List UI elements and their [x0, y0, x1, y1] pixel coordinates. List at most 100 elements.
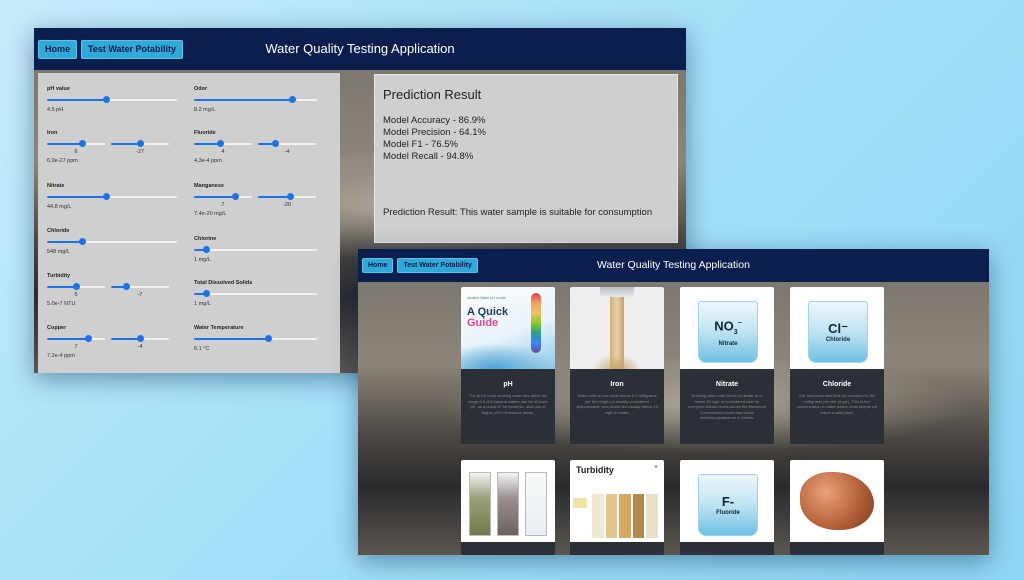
copper-exponent-slider[interactable]: [111, 335, 169, 343]
field-value: 6.0e-27 ppm: [47, 158, 78, 164]
iron-exponent-slider[interactable]: [111, 140, 169, 148]
chemical-formula: Cl⁻: [828, 320, 848, 336]
test-potability-button[interactable]: Test Water Potability: [81, 39, 184, 59]
card-text: The pH of most drinking water lies withi…: [468, 393, 548, 415]
chemical-formula: F-: [721, 493, 735, 509]
tds-field: Total Dissolved Solids 1 mg/L: [194, 280, 317, 307]
recall-text: Model Recall - 94.8%: [383, 151, 474, 162]
ph-card: Alkaline Water pH Levels A Quick Guide p…: [461, 287, 555, 444]
copper-mantissa-slider[interactable]: [47, 335, 105, 343]
field-label: Water Temperature: [194, 325, 244, 331]
field-label: Fluoride: [194, 130, 216, 136]
ph-slider[interactable]: [47, 96, 177, 104]
turbidity-field: Turbidity 5 -7 5.0e-7 NTU: [47, 273, 169, 307]
field-value: 548 mg/L: [47, 249, 70, 255]
ph-guide-image: Alkaline Water pH Levels A Quick Guide: [461, 287, 555, 369]
field-value: 44.8 mg/L: [47, 204, 72, 210]
exponent-value: -4: [137, 344, 143, 350]
odor-slider[interactable]: [194, 96, 317, 104]
mantissa-value: 4: [221, 149, 225, 155]
card-title: Iron: [610, 381, 624, 388]
nitrate-field: Nitrate 44.8 mg/L: [47, 183, 177, 210]
accuracy-text: Model Accuracy - 86.9%: [383, 115, 486, 126]
fluoride-exponent-slider[interactable]: [258, 140, 316, 148]
card-title: Chloride: [822, 381, 852, 388]
chemical-name: Fluoride: [716, 509, 740, 516]
glass-green-graphic: [469, 472, 491, 536]
splash-graphic: [592, 355, 642, 369]
field-label: pH value: [47, 86, 70, 92]
field-label: Iron: [47, 130, 58, 136]
field-label: Nitrate: [47, 183, 65, 189]
odor-field: Odor 8.2 mg/L: [194, 86, 317, 113]
fluoride-field: Fluoride 4 -4 4.3e-4 ppm: [194, 130, 316, 164]
fluoride-mantissa-slider[interactable]: [194, 140, 252, 148]
water-samples-image: [461, 460, 555, 542]
chloride-field: Chloride 548 mg/L: [47, 228, 177, 255]
chlorine-slider[interactable]: [194, 246, 317, 254]
home-button[interactable]: Home: [362, 258, 394, 273]
glass-graphic: NO3− Nitrate: [698, 301, 758, 363]
field-value: 4.5 pH: [47, 107, 64, 113]
mantissa-value: 6: [74, 149, 78, 155]
image-caption: Alkaline Water pH Levels: [467, 296, 506, 300]
f1-text: Model F1 - 76.5%: [383, 139, 458, 150]
chloride-card: Cl⁻ Chloride Chloride The recommended li…: [790, 287, 884, 444]
chemical-name: Chloride: [825, 336, 851, 343]
exponent-value: -4: [284, 149, 290, 155]
copper-nugget-image: [790, 460, 884, 542]
tds-slider[interactable]: [194, 290, 317, 298]
iron-mantissa-slider[interactable]: [47, 140, 105, 148]
temperature-field: Water Temperature 6.1 °C: [194, 325, 317, 352]
field-label: Turbidity: [47, 273, 71, 279]
temperature-slider[interactable]: [194, 335, 317, 343]
copper-field: Copper 7 -4 7.2e-4 ppm: [47, 325, 169, 359]
image-heading-2: Guide: [467, 317, 499, 329]
card-text: Drinking water with levels of nitrate at…: [688, 393, 766, 420]
card-title: pH: [503, 381, 513, 388]
field-value: 4.3e-4 ppm: [194, 158, 222, 164]
field-label: Odor: [194, 86, 208, 92]
water-splash-graphic: [461, 343, 555, 369]
faucet-graphic: [600, 287, 634, 297]
chlorine-field: Chlorine 1 mg/L: [194, 236, 317, 263]
exponent-value: -20: [283, 202, 291, 208]
chloride-slider[interactable]: [47, 238, 177, 246]
field-label: Total Dissolved Solids: [194, 280, 253, 286]
field-value: 8.2 mg/L: [194, 107, 216, 113]
manganese-field: Manganese 7 -20 7.4e-20 mg/L: [194, 183, 316, 217]
field-value: 5.0e-7 NTU: [47, 301, 76, 307]
test-potability-button[interactable]: Test Water Potability: [397, 258, 478, 273]
glass-brown-graphic: [497, 472, 519, 536]
nitrate-card: NO3− Nitrate Nitrate Drinking water with…: [680, 287, 774, 444]
turbidity-chart-image: Turbidity ×: [570, 460, 664, 542]
mantissa-value: 7: [221, 202, 225, 208]
iron-water-image: [570, 287, 664, 369]
manganese-mantissa-slider[interactable]: [194, 193, 252, 201]
card-title: Nitrate: [715, 381, 739, 388]
parameters-form: pH value 4.5 pH Iron 6 -27 6.0e-27 ppm Ni…: [38, 73, 340, 373]
manganese-exponent-slider[interactable]: [258, 193, 316, 201]
turbidity-mantissa-slider[interactable]: [47, 283, 105, 291]
prediction-summary: Prediction Result: This water sample is …: [383, 207, 653, 218]
fluoride-card: F- Fluoride: [680, 460, 774, 555]
field-label: Chloride: [47, 228, 70, 234]
glass-graphic: F- Fluoride: [698, 474, 758, 536]
chemical-name: Nitrate: [718, 340, 738, 347]
nitrate-glass-image: NO3− Nitrate: [680, 287, 774, 369]
home-button[interactable]: Home: [38, 39, 78, 59]
info-cards-window: Home Test Water Potability Water Quality…: [358, 249, 989, 555]
turbidity-exponent-slider[interactable]: [111, 283, 169, 291]
field-value: 1 mg/L: [194, 257, 211, 263]
field-value: 7.2e-4 ppm: [47, 353, 75, 359]
copper-card: [790, 460, 884, 555]
copper-graphic: [800, 472, 874, 530]
swatch-graphic: [573, 498, 587, 508]
prediction-result-panel: Prediction Result Model Accuracy - 86.9%…: [374, 74, 678, 243]
nitrate-slider[interactable]: [47, 193, 177, 201]
chemical-formula: NO3−: [714, 318, 742, 336]
precision-text: Model Precision - 64.1%: [383, 127, 486, 138]
fluoride-glass-image: F- Fluoride: [680, 460, 774, 542]
image-heading: Turbidity: [576, 465, 614, 475]
turbidity-samples-card: [461, 460, 555, 555]
